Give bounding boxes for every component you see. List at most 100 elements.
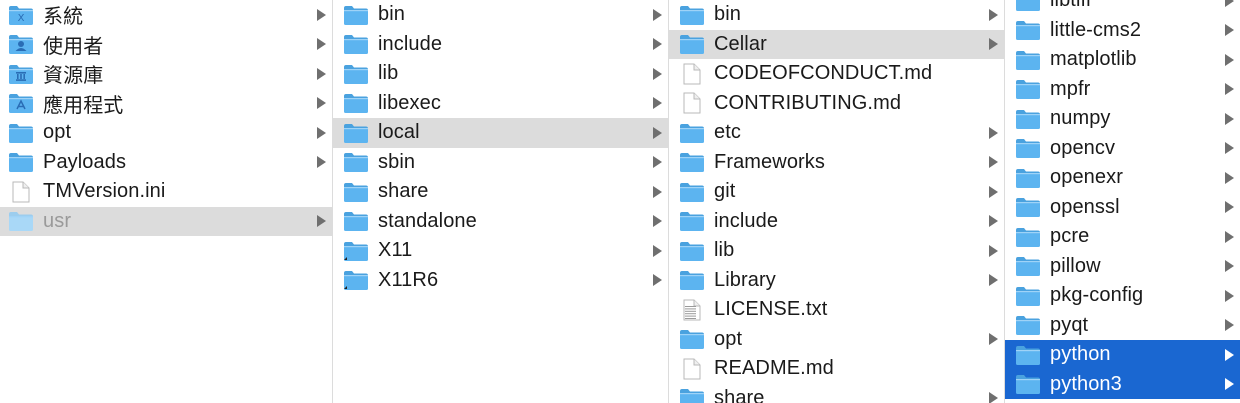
disclosure-arrow-icon	[317, 126, 326, 139]
disclosure-arrow-icon	[653, 274, 662, 287]
disclosure-arrow-icon	[989, 38, 998, 51]
column-3-item[interactable]: Frameworks	[669, 148, 1004, 178]
column-3-item[interactable]: CODEOFCONDUCT.md	[669, 59, 1004, 89]
column-3-item[interactable]: lib	[669, 236, 1004, 266]
column-4-item[interactable]: pcre	[1005, 222, 1240, 252]
item-name: README.md	[714, 357, 834, 380]
column-2-item[interactable]: include	[333, 30, 668, 60]
item-name: sbin	[378, 150, 416, 173]
column-4-item[interactable]: little-cms2	[1005, 16, 1240, 46]
column-3-list: bin Cellar CODEOFCONDUCT.md CONTRIBUTING.md…	[669, 0, 1004, 403]
folder-users-icon	[8, 33, 34, 55]
column-3-item[interactable]: CONTRIBUTING.md	[669, 89, 1004, 119]
item-name: include	[378, 32, 443, 55]
disclosure-arrow-icon	[653, 244, 662, 257]
column-3[interactable]: bin Cellar CODEOFCONDUCT.md CONTRIBUTING.md…	[669, 0, 1005, 403]
disclosure-arrow-icon	[317, 215, 326, 228]
disclosure-arrow-icon	[653, 156, 662, 169]
column-3-item[interactable]: opt	[669, 325, 1004, 355]
folder-icon	[679, 240, 705, 262]
column-4-item[interactable]: openexr	[1005, 163, 1240, 193]
column-2-item[interactable]: local	[333, 118, 668, 148]
disclosure-arrow-icon	[653, 215, 662, 228]
disclosure-arrow-icon	[989, 156, 998, 169]
folder-icon	[679, 33, 705, 55]
column-1[interactable]: X 系統 使用者 資源庫 應用程式 opt Payloads TMVersion.ini usr	[0, 0, 333, 403]
column-1-item[interactable]: opt	[0, 118, 332, 148]
column-2-item[interactable]: sbin	[333, 148, 668, 178]
column-2-item[interactable]: X11	[333, 236, 668, 266]
disclosure-arrow-icon	[1225, 142, 1234, 155]
column-2-list: bin include lib libexec local sbin share standa…	[333, 0, 668, 295]
item-name: Cellar	[714, 32, 767, 55]
column-1-item[interactable]: usr	[0, 206, 332, 236]
folder-icon	[8, 122, 34, 144]
column-4-item[interactable]: pillow	[1005, 252, 1240, 282]
column-1-item[interactable]: 應用程式	[0, 89, 332, 119]
column-2-item[interactable]: X11R6	[333, 266, 668, 296]
column-3-item[interactable]: share	[669, 384, 1004, 403]
folder-icon	[343, 92, 369, 114]
item-name: usr	[43, 209, 72, 232]
item-name: git	[714, 180, 736, 203]
document-icon	[679, 92, 705, 114]
column-4-item[interactable]: python3	[1005, 369, 1240, 399]
disclosure-arrow-icon	[1225, 260, 1234, 273]
folder-alias-icon	[343, 240, 369, 262]
document-icon	[679, 358, 705, 380]
folder-icon	[679, 328, 705, 350]
column-1-item[interactable]: 使用者	[0, 30, 332, 60]
disclosure-arrow-icon	[989, 392, 998, 403]
column-4-item[interactable]: pkg-config	[1005, 281, 1240, 311]
column-3-item[interactable]: Library	[669, 266, 1004, 296]
column-1-item[interactable]: X 系統	[0, 0, 332, 30]
column-4-item[interactable]: libtiff	[1005, 0, 1240, 16]
column-4-item[interactable]: opencv	[1005, 134, 1240, 164]
column-4-item[interactable]: openssl	[1005, 193, 1240, 223]
column-1-item[interactable]: 資源庫	[0, 59, 332, 89]
item-name: openexr	[1050, 166, 1123, 189]
column-3-item[interactable]: include	[669, 207, 1004, 237]
column-2-item[interactable]: libexec	[333, 89, 668, 119]
text-document-icon	[679, 299, 705, 321]
column-3-item[interactable]: Cellar	[669, 29, 1004, 59]
folder-icon	[343, 122, 369, 144]
column-3-item[interactable]: LICENSE.txt	[669, 295, 1004, 325]
folder-icon	[343, 181, 369, 203]
disclosure-arrow-icon	[989, 333, 998, 346]
folder-icon	[679, 269, 705, 291]
column-2-item[interactable]: bin	[333, 0, 668, 30]
disclosure-arrow-icon	[1225, 171, 1234, 184]
item-name: pkg-config	[1050, 284, 1144, 307]
disclosure-arrow-icon	[653, 97, 662, 110]
column-2-item[interactable]: standalone	[333, 207, 668, 237]
item-name: local	[378, 121, 420, 144]
item-name: pillow	[1050, 254, 1101, 277]
column-2-item[interactable]: share	[333, 177, 668, 207]
item-name: LICENSE.txt	[714, 298, 828, 321]
column-4-item[interactable]: python	[1005, 340, 1240, 370]
column-4[interactable]: libtiff little-cms2 matplotlib mpfr numpy ope…	[1005, 0, 1240, 403]
column-4-item[interactable]: matplotlib	[1005, 45, 1240, 75]
disclosure-arrow-icon	[317, 8, 326, 21]
folder-dim-icon	[8, 210, 34, 232]
column-3-item[interactable]: bin	[669, 0, 1004, 30]
item-name: standalone	[378, 209, 477, 232]
column-2[interactable]: bin include lib libexec local sbin share standa…	[333, 0, 669, 403]
disclosure-arrow-icon	[653, 126, 662, 139]
column-4-item[interactable]: pyqt	[1005, 311, 1240, 341]
disclosure-arrow-icon	[1225, 230, 1234, 243]
column-4-item[interactable]: numpy	[1005, 104, 1240, 134]
item-name: 系統	[43, 6, 84, 29]
column-3-item[interactable]: etc	[669, 118, 1004, 148]
column-2-item[interactable]: lib	[333, 59, 668, 89]
column-1-item[interactable]: TMVersion.ini	[0, 177, 332, 207]
item-name: share	[714, 386, 765, 403]
item-name: Frameworks	[714, 150, 826, 173]
column-3-item[interactable]: README.md	[669, 354, 1004, 384]
disclosure-arrow-icon	[317, 38, 326, 51]
column-3-item[interactable]: git	[669, 177, 1004, 207]
column-1-item[interactable]: Payloads	[0, 148, 332, 178]
column-4-item[interactable]: mpfr	[1005, 75, 1240, 105]
folder-icon	[1015, 196, 1041, 218]
